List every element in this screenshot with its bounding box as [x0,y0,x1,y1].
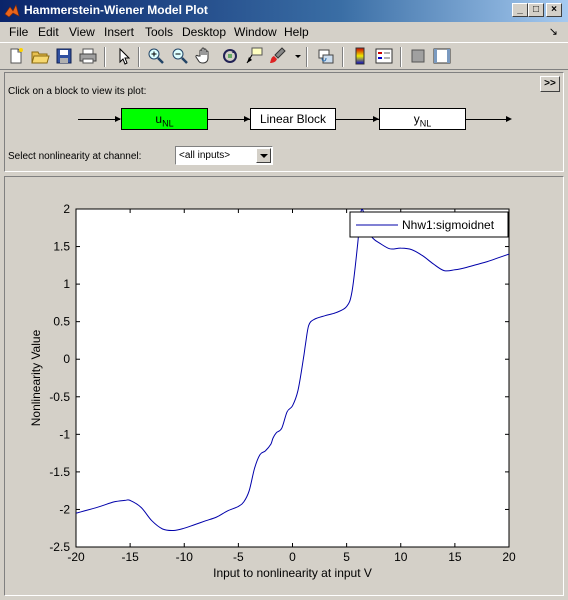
linear-block[interactable]: Linear Block [250,108,336,130]
output-arrow-icon [506,116,512,122]
expand-button[interactable]: >> [540,76,560,92]
toolbar-separator [104,47,106,67]
window-title: Hammerstein-Wiener Model Plot [24,3,208,17]
hide-plot-tools-icon[interactable] [408,46,428,66]
minimize-button[interactable]: _ [512,3,528,17]
data-cursor-icon[interactable] [244,46,264,66]
toolbar-separator [342,47,344,67]
close-button[interactable]: × [546,3,562,17]
channel-select-value: <all inputs> [179,150,231,161]
new-figure-icon[interactable] [6,46,26,66]
print-icon[interactable] [78,46,98,66]
block-instruction-label: Click on a block to view its plot: [8,86,147,97]
input-nonlinearity-block[interactable]: uNL [121,108,208,130]
save-icon[interactable] [54,46,74,66]
show-plot-tools-icon[interactable] [432,46,452,66]
channel-select-label: Select nonlinearity at channel: [8,151,142,162]
matlab-logo-icon [4,4,20,18]
plot-panel [4,176,564,596]
title-bar: Hammerstein-Wiener Model Plot _ □ × [0,0,568,22]
menu-bar: File Edit View Insert Tools Desktop Wind… [0,22,568,42]
brush-dropdown-icon[interactable] [288,46,301,66]
output-nl-sub: NL [419,118,432,129]
toolbar-separator [400,47,402,67]
menu-insert[interactable]: Insert [104,25,134,39]
toolbar-separator [306,47,308,67]
input-signal-line [78,119,120,120]
menu-edit[interactable]: Edit [38,25,59,39]
input-nl-sub: NL [162,118,174,129]
channel-select[interactable]: <all inputs> [175,146,273,165]
toolbar-separator [138,47,140,67]
menu-window[interactable]: Window [234,25,277,39]
menu-view[interactable]: View [69,25,95,39]
rotate-3d-icon[interactable] [220,46,240,66]
open-file-icon[interactable] [30,46,50,66]
legend-icon[interactable] [374,46,394,66]
dock-arrow-icon[interactable]: ↘ [549,25,558,38]
menu-desktop[interactable]: Desktop [182,25,226,39]
link-plot-icon[interactable] [316,46,336,66]
figure-toolbar [0,42,568,70]
menu-file[interactable]: File [9,25,28,39]
brush-icon[interactable] [268,46,288,66]
zoom-in-icon[interactable] [146,46,166,66]
menu-tools[interactable]: Tools [145,25,173,39]
linear-block-label: Linear Block [259,112,327,126]
zoom-out-icon[interactable] [170,46,190,66]
output-signal-line [466,119,508,120]
output-nonlinearity-block[interactable]: yNL [379,108,466,130]
select-pointer-icon[interactable] [114,46,134,66]
menu-help[interactable]: Help [284,25,309,39]
colorbar-icon[interactable] [350,46,370,66]
chevron-down-icon[interactable] [256,148,271,163]
pan-hand-icon[interactable] [194,46,214,66]
maximize-button[interactable]: □ [528,3,544,17]
